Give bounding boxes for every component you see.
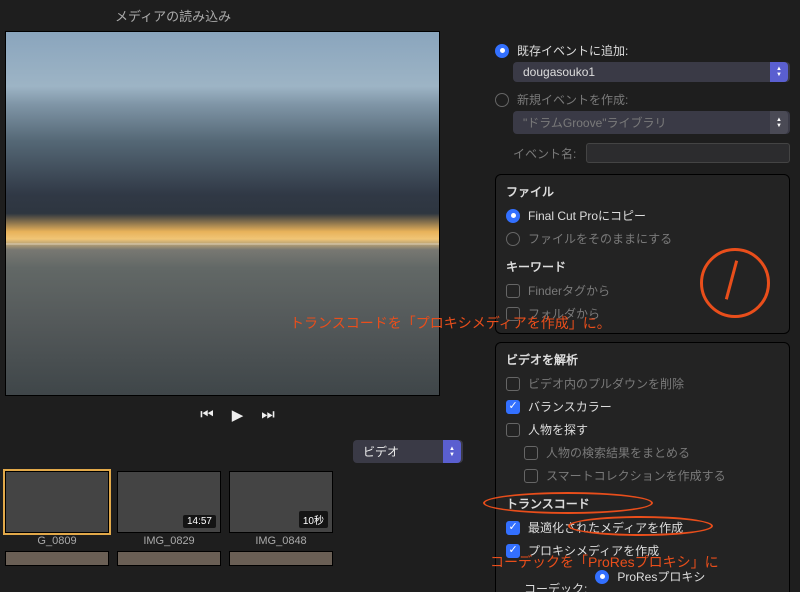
find-people-checkbox[interactable] — [506, 423, 520, 437]
leave-file-label: ファイルをそのままにする — [528, 230, 672, 247]
finder-tags-label: Finderタグから — [528, 282, 610, 299]
chevron-updown-icon — [770, 62, 788, 82]
thumbnail-item[interactable]: 10秒 IMG_0848 — [229, 471, 333, 547]
transcode-heading: トランスコード — [506, 487, 779, 516]
optimized-media-checkbox[interactable] — [506, 521, 520, 535]
analyze-transcode-section: ビデオを解析 ビデオ内のプルダウンを削除 バランスカラー 人物を探す 人物の検索… — [495, 342, 790, 592]
next-button[interactable]: ⏭ — [261, 406, 275, 424]
balance-color-checkbox[interactable] — [506, 400, 520, 414]
new-event-label: 新規イベントを作成: — [517, 91, 628, 108]
thumbnail-caption: G_0809 — [5, 533, 109, 547]
thumbnail-strip: G_0809 14:57 IMG_0829 10秒 IMG_0848 — [0, 471, 475, 547]
prev-button[interactable]: ⏮ — [200, 406, 214, 424]
thumbnail-image: 10秒 — [229, 471, 333, 533]
media-filter-value: ビデオ — [363, 443, 399, 460]
proxy-media-checkbox[interactable] — [506, 544, 520, 558]
thumbnail-image — [5, 471, 109, 533]
thumbnail-image[interactable] — [5, 551, 109, 566]
codec-prores-label: ProResプロキシ — [617, 568, 705, 585]
keyword-heading: キーワード — [506, 250, 779, 279]
thumbnail-caption: IMG_0848 — [229, 533, 333, 547]
codec-prores-radio[interactable] — [595, 570, 609, 584]
new-event-library-placeholder: "ドラムGroove"ライブラリ — [523, 114, 667, 131]
existing-event-select[interactable]: dougasouko1 — [513, 62, 790, 82]
chevron-updown-icon — [443, 440, 461, 463]
proxy-media-label: プロキシメディアを作成 — [528, 542, 659, 559]
playback-controls: ⏮ ▶ ⏭ — [0, 396, 475, 434]
consolidate-people-label: 人物の検索結果をまとめる — [546, 444, 690, 461]
file-keyword-section: ファイル Final Cut Proにコピー ファイルをそのままにする キーワー… — [495, 174, 790, 334]
smart-collection-checkbox — [524, 469, 538, 483]
remove-pulldown-label: ビデオ内のプルダウンを削除 — [528, 375, 684, 392]
thumbnail-caption: IMG_0829 — [117, 533, 221, 547]
codec-label: コーデック: — [524, 580, 587, 592]
preview-pane: ⏮ ▶ ⏭ ビデオ G_0809 14:57 IMG_0829 — [0, 31, 475, 592]
thumbnail-image[interactable] — [229, 551, 333, 566]
new-event-radio[interactable] — [495, 93, 509, 107]
event-name-label: イベント名: — [513, 145, 576, 162]
folder-keywords-label: フォルダから — [528, 305, 600, 322]
folder-keywords-checkbox[interactable] — [506, 307, 520, 321]
thumbnail-duration-badge: 14:57 — [183, 515, 216, 528]
optimized-media-label: 最適化されたメディアを作成 — [528, 519, 683, 536]
remove-pulldown-checkbox[interactable] — [506, 377, 520, 391]
thumbnail-strip-row2 — [0, 547, 475, 566]
media-filter-select[interactable]: ビデオ — [353, 440, 463, 463]
media-preview — [5, 31, 440, 396]
consolidate-people-checkbox — [524, 446, 538, 460]
thumbnail-item[interactable]: 14:57 IMG_0829 — [117, 471, 221, 547]
import-options-panel: 既存イベントに追加: dougasouko1 新規イベントを作成: "ドラムGr… — [475, 31, 800, 592]
leave-file-radio[interactable] — [506, 232, 520, 246]
finder-tags-checkbox[interactable] — [506, 284, 520, 298]
thumbnail-image: 14:57 — [117, 471, 221, 533]
smart-collection-label: スマートコレクションを作成する — [546, 467, 726, 484]
copy-to-fcp-label: Final Cut Proにコピー — [528, 207, 646, 224]
balance-color-label: バランスカラー — [528, 398, 612, 415]
copy-to-fcp-radio[interactable] — [506, 209, 520, 223]
thumbnail-duration-badge: 10秒 — [299, 511, 328, 528]
play-button[interactable]: ▶ — [232, 406, 244, 424]
new-event-library-select: "ドラムGroove"ライブラリ — [513, 111, 790, 134]
existing-event-value: dougasouko1 — [523, 65, 595, 79]
analyze-heading: ビデオを解析 — [506, 351, 779, 372]
thumbnail-item[interactable]: G_0809 — [5, 471, 109, 547]
file-heading: ファイル — [506, 183, 779, 204]
add-to-existing-event-label: 既存イベントに追加: — [517, 42, 628, 59]
thumbnail-image[interactable] — [117, 551, 221, 566]
find-people-label: 人物を探す — [528, 421, 588, 438]
window-title: メディアの読み込み — [0, 0, 800, 31]
add-to-existing-event-radio[interactable] — [495, 44, 509, 58]
event-name-field — [586, 143, 790, 163]
chevron-updown-icon — [770, 111, 788, 134]
